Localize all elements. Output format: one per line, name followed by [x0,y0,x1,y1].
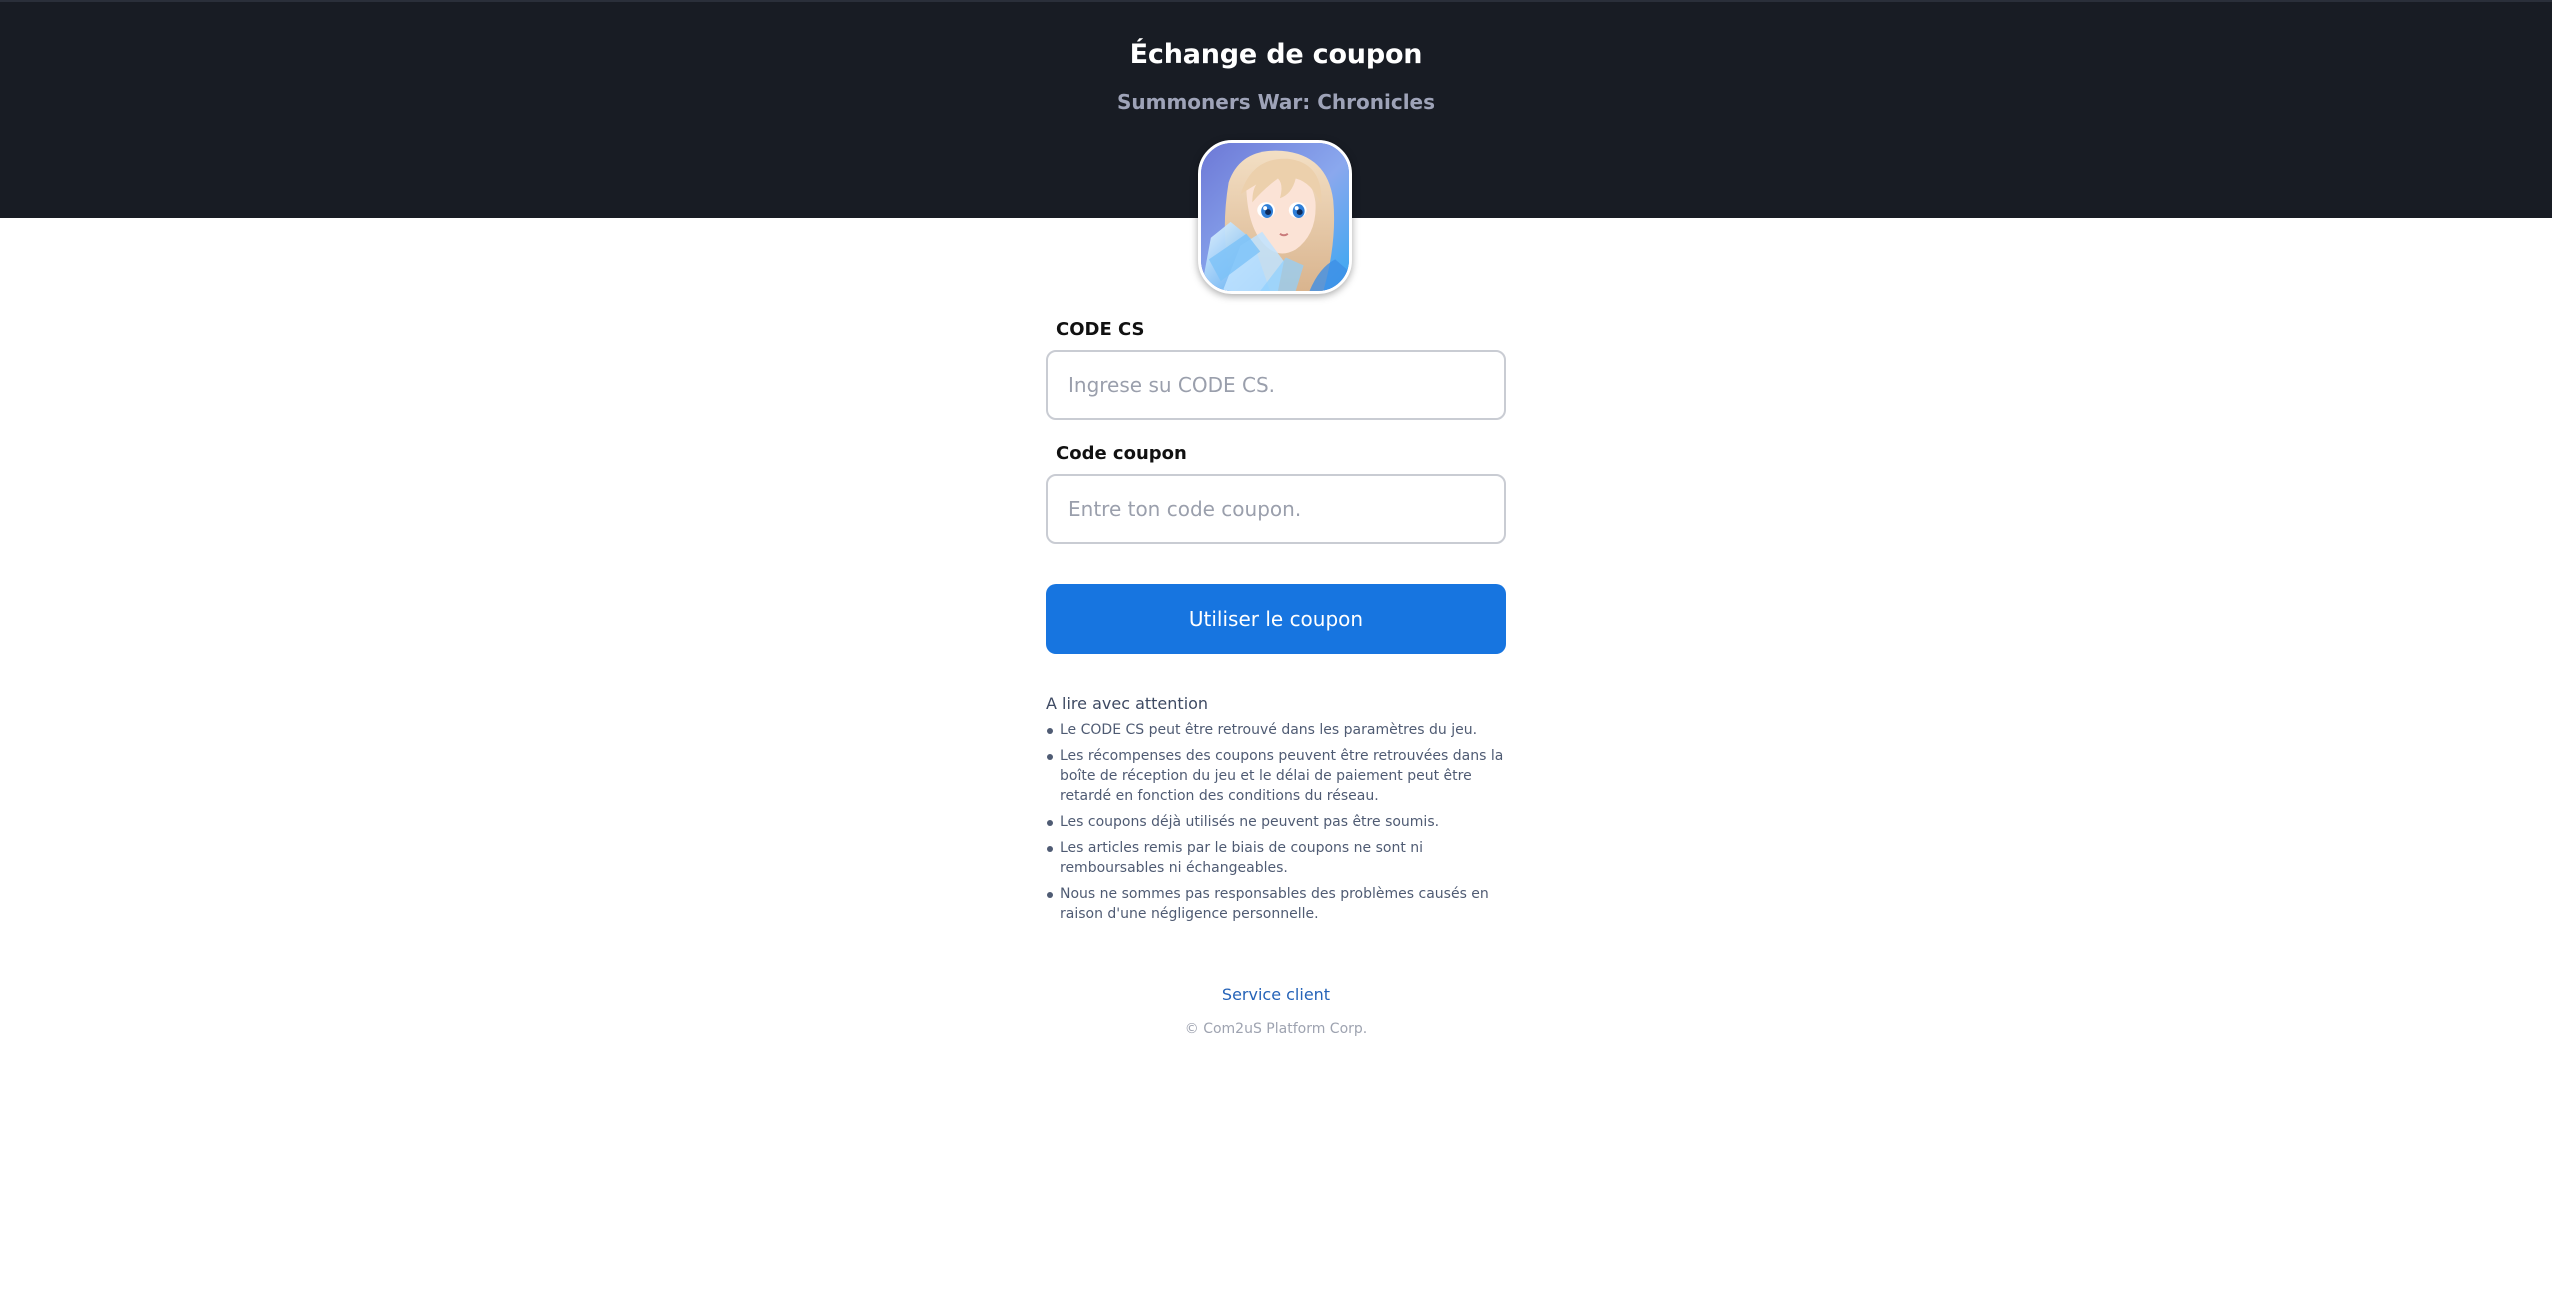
notice-item-text: Les récompenses des coupons peuvent être… [1060,748,1504,804]
redeem-coupon-button[interactable]: Utiliser le coupon [1046,584,1506,654]
bullet-icon [1047,754,1053,760]
bullet-icon [1047,892,1053,898]
game-subtitle: Summoners War: Chronicles [1116,90,1436,114]
bullet-icon [1047,846,1053,852]
coupon-code-input[interactable] [1046,474,1506,544]
notice-item: Les récompenses des coupons peuvent être… [1046,746,1506,806]
coupon-form: CODE CS Code coupon Utiliser le coupon [1046,316,1506,654]
bullet-icon [1047,820,1053,826]
cs-code-label: CODE CS [1056,319,1145,340]
cs-code-input[interactable] [1046,350,1506,420]
notice-section: A lire avec attention Le CODE CS peut êt… [1046,692,1506,930]
notice-item: Le CODE CS peut être retrouvé dans les p… [1046,720,1506,740]
notice-item: Nous ne sommes pas responsables des prob… [1046,884,1506,924]
notice-title: A lire avec attention [1046,694,1209,713]
customer-service-link[interactable]: Service client [1222,985,1330,1004]
notice-item: Les articles remis par le biais de coupo… [1046,838,1506,878]
notice-list: Le CODE CS peut être retrouvé dans les p… [1046,720,1506,924]
footer-support: Service client [0,985,2552,1004]
bullet-icon [1047,728,1053,734]
coupon-code-label: Code coupon [1056,443,1187,464]
notice-item: Les coupons déjà utilisés ne peuvent pas… [1046,812,1506,832]
page-title: Échange de coupon [1129,39,1423,70]
notice-item-text: Les articles remis par le biais de coupo… [1060,840,1424,876]
notice-item-text: Les coupons déjà utilisés ne peuvent pas… [1060,814,1440,830]
notice-item-text: Nous ne sommes pas responsables des prob… [1060,886,1489,922]
copyright: © Com2uS Platform Corp. [1184,1021,1368,1037]
notice-item-text: Le CODE CS peut être retrouvé dans les p… [1060,722,1478,738]
game-icon [1198,140,1352,294]
